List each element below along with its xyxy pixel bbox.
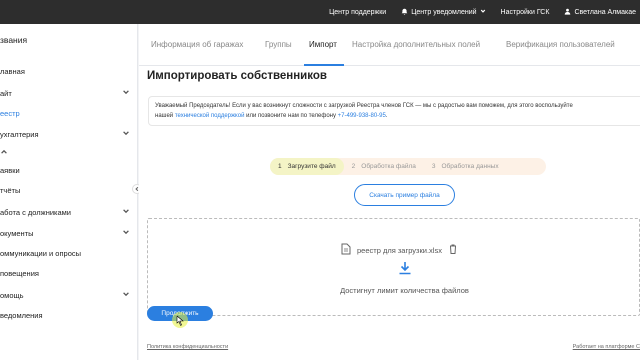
step-number: 1	[278, 163, 282, 170]
sidebar-item-label: лавная	[0, 67, 25, 76]
user-name: Светлана Алмакае	[574, 8, 636, 16]
tab-extra-fields[interactable]: Настройка дополнительных полей	[352, 40, 480, 49]
organization-name: звания	[0, 35, 28, 45]
download-sample-button[interactable]: Скачать пример файла	[354, 184, 455, 206]
chevron-down-icon	[122, 228, 130, 238]
sidebar-item-site[interactable]: айт	[0, 88, 130, 98]
sidebar-item-label: окументы	[0, 228, 34, 238]
sidebar-item-debtors[interactable]: абота с должниками	[0, 207, 130, 217]
main-content: Информация об гаражах Группы Импорт Наст…	[139, 24, 640, 360]
sidebar-item-label: омощь	[0, 290, 24, 300]
notice-text: .	[385, 113, 388, 119]
sidebar-item-label: ухгалтерия	[0, 129, 39, 139]
file-name: реестр для загрузки.xlsx	[357, 245, 442, 255]
notice-line-2: нашей технической поддержкой или позвони…	[155, 111, 640, 121]
tab-import[interactable]: Импорт	[309, 40, 337, 49]
phone-link[interactable]: +7-499-938-80-95	[338, 113, 386, 119]
trash-icon[interactable]	[448, 243, 458, 257]
notice-text: или позвоните нам по телефону	[246, 113, 336, 119]
chevron-down-icon	[122, 88, 130, 98]
top-bar: Центр поддержки Центр уведомлений Настро…	[0, 0, 640, 24]
sidebar-item-label: айт	[0, 88, 12, 98]
step-label: Обработка данных	[441, 163, 499, 170]
sidebar-item-documents[interactable]: окументы	[0, 228, 130, 238]
sidebar-item-communications[interactable]: оммуникации и опросы	[0, 249, 130, 258]
sidebar-item-registry[interactable]: еестр	[0, 109, 130, 118]
chevron-down-icon	[122, 207, 130, 217]
active-tab-indicator	[304, 64, 344, 66]
notification-center-label: Центр уведомлений	[411, 8, 477, 16]
step-number: 3	[431, 163, 436, 170]
uploaded-file: реестр для загрузки.xlsx	[341, 243, 458, 257]
chevron-up-icon	[0, 148, 8, 158]
footer: Политика конфиденциальности Работает на …	[139, 341, 640, 360]
tab-garage-info[interactable]: Информация об гаражах	[151, 40, 243, 49]
notification-center-dropdown[interactable]: Центр уведомлений	[401, 8, 485, 17]
sidebar-item-label: оммуникации и опросы	[0, 249, 82, 258]
sidebar-group-toggle[interactable]	[0, 148, 130, 158]
sidebar-item-help[interactable]: омощь	[0, 290, 130, 300]
gsk-settings-link[interactable]: Настройки ГСК	[501, 9, 550, 16]
step-label: Загрузите файл	[287, 163, 336, 170]
sidebar-item-label: повещения	[0, 269, 39, 278]
mouse-cursor	[172, 312, 188, 328]
sidebar-item-label: ведомления	[0, 311, 43, 320]
notice-text: нашей	[155, 113, 174, 119]
notice-line-1: Уважаемый Председатель! Если у вас возни…	[155, 103, 573, 109]
chevron-down-icon	[122, 129, 130, 139]
info-notice: Уважаемый Председатель! Если у вас возни…	[148, 96, 640, 126]
tech-support-link[interactable]: технической поддержкой	[175, 113, 245, 119]
tab-groups[interactable]: Группы	[265, 40, 292, 49]
sidebar: звания лавная айт еестр ухгалтерия аявки…	[0, 24, 142, 360]
sidebar-item-label: абота с должниками	[0, 207, 71, 217]
tab-user-verification[interactable]: Верификация пользователей	[506, 40, 615, 49]
file-limit-message: Достигнут лимит количества файлов	[340, 286, 469, 295]
chevron-down-icon	[480, 8, 486, 16]
bell-icon	[401, 8, 408, 17]
step-process-data: 3 Обработка данных	[424, 158, 507, 175]
file-icon	[341, 243, 351, 257]
sidebar-item-home[interactable]: лавная	[0, 67, 130, 76]
user-menu[interactable]: Светлана Алмакае	[564, 8, 636, 17]
sidebar-item-label: аявки	[0, 166, 20, 175]
sidebar-item-label: еестр	[0, 109, 20, 118]
sidebar-item-reports[interactable]: тчёты	[0, 186, 130, 195]
download-arrow-icon	[398, 261, 412, 275]
sidebar-item-requests[interactable]: аявки	[0, 166, 130, 175]
privacy-policy-link[interactable]: Политика конфиденциальности	[147, 344, 228, 350]
step-label: Обработка файла	[361, 163, 416, 170]
step-number: 2	[351, 163, 356, 170]
sidebar-item-notifications[interactable]: ведомления	[0, 311, 130, 320]
sidebar-item-alerts[interactable]: повещения	[0, 269, 130, 278]
sidebar-item-accounting[interactable]: ухгалтерия	[0, 129, 130, 139]
file-dropzone[interactable]: реестр для загрузки.xlsx Достигнут лимит…	[147, 218, 640, 316]
chevron-down-icon	[122, 290, 130, 300]
page-title: Импортировать собственников	[147, 70, 327, 82]
gsk-settings-label: Настройки ГСК	[500, 8, 550, 16]
step-process-file: 2 Обработка файла	[344, 158, 424, 175]
user-icon	[564, 8, 571, 17]
support-center-label: Центр поддержки	[329, 8, 387, 16]
import-stepper: 1 Загрузите файл 2 Обработка файла 3 Обр…	[270, 158, 546, 175]
platform-link[interactable]: Работает на платформе С	[573, 344, 640, 350]
tab-bar: Информация об гаражах Группы Импорт Наст…	[139, 24, 640, 66]
step-upload-file: 1 Загрузите файл	[270, 158, 344, 175]
support-center-link[interactable]: Центр поддержки	[329, 9, 386, 16]
sidebar-item-label: тчёты	[0, 186, 21, 195]
